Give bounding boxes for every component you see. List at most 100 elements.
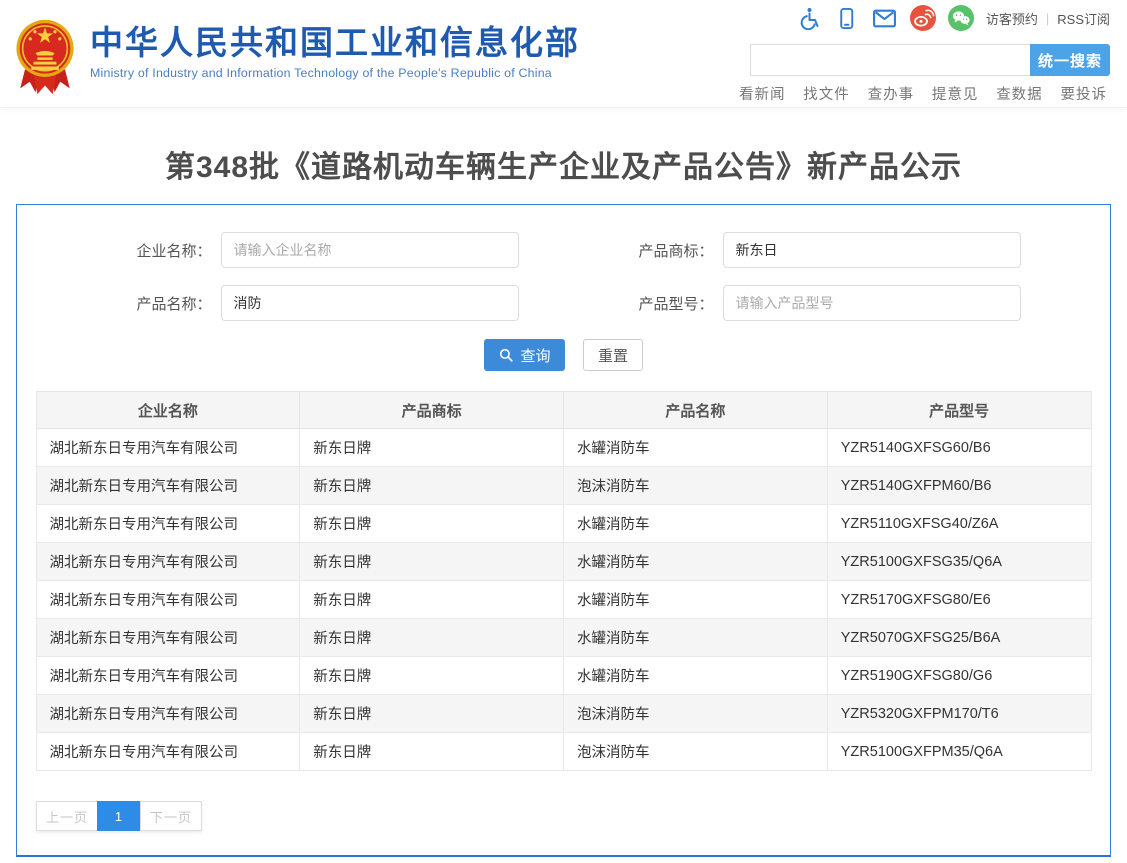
site-header: 中华人民共和国工业和信息化部 Ministry of Industry and … <box>0 0 1127 108</box>
field-product-brand: 产品商标： <box>609 232 1021 268</box>
cell-product: 水罐消防车 <box>564 657 828 695</box>
site-search-input[interactable] <box>750 44 1030 76</box>
company-name-input[interactable] <box>221 232 519 268</box>
cell-product: 水罐消防车 <box>564 505 828 543</box>
table-row: 湖北新东日专用汽车有限公司 新东日牌 泡沫消防车 YZR5320GXFPM170… <box>36 695 1091 733</box>
table-row: 湖北新东日专用汽车有限公司 新东日牌 水罐消防车 YZR5110GXFSG40/… <box>36 505 1091 543</box>
site-subtitle: Ministry of Industry and Information Tec… <box>90 66 580 80</box>
header-brand: 产品商标 <box>300 392 564 429</box>
table-row: 湖北新东日专用汽车有限公司 新东日牌 水罐消防车 YZR5070GXFSG25/… <box>36 619 1091 657</box>
nav-item-services[interactable]: 查办事 <box>868 83 915 104</box>
prev-page-button[interactable]: 上一页 <box>36 801 98 831</box>
cell-model: YZR5320GXFPM170/T6 <box>827 695 1091 733</box>
rss-subscribe-link[interactable]: RSS订阅 <box>1057 9 1110 28</box>
cell-company: 湖北新东日专用汽车有限公司 <box>36 733 300 771</box>
table-row: 湖北新东日专用汽车有限公司 新东日牌 水罐消防车 YZR5140GXFSG60/… <box>36 429 1091 467</box>
cell-product: 泡沫消防车 <box>564 733 828 771</box>
cell-model: YZR5070GXFSG25/B6A <box>827 619 1091 657</box>
mobile-icon[interactable] <box>834 5 860 31</box>
cell-model: YZR5100GXFPM35/Q6A <box>827 733 1091 771</box>
quick-links: 访客预约 | RSS订阅 <box>986 9 1110 28</box>
table-header-row: 企业名称 产品商标 产品名称 产品型号 <box>36 392 1091 429</box>
table-row: 湖北新东日专用汽车有限公司 新东日牌 水罐消防车 YZR5170GXFSG80/… <box>36 581 1091 619</box>
cell-product: 水罐消防车 <box>564 543 828 581</box>
cell-company: 湖北新东日专用汽车有限公司 <box>36 695 300 733</box>
product-model-input[interactable] <box>723 285 1021 321</box>
site-logo: 中华人民共和国工业和信息化部 Ministry of Industry and … <box>14 16 580 96</box>
visitor-appointment-link[interactable]: 访客预约 <box>986 9 1038 28</box>
cell-model: YZR5140GXFPM60/B6 <box>827 467 1091 505</box>
cell-model: YZR5190GXFSG80/G6 <box>827 657 1091 695</box>
table-row: 湖北新东日专用汽车有限公司 新东日牌 泡沫消防车 YZR5100GXFPM35/… <box>36 733 1091 771</box>
next-page-button[interactable]: 下一页 <box>140 801 202 831</box>
table-row: 湖北新东日专用汽车有限公司 新东日牌 水罐消防车 YZR5190GXFSG80/… <box>36 657 1091 695</box>
cell-brand: 新东日牌 <box>300 657 564 695</box>
cell-brand: 新东日牌 <box>300 429 564 467</box>
cell-brand: 新东日牌 <box>300 695 564 733</box>
header-model: 产品型号 <box>827 392 1091 429</box>
mail-icon[interactable] <box>872 5 898 31</box>
product-brand-input[interactable] <box>723 232 1021 268</box>
company-name-label: 企业名称： <box>107 240 212 261</box>
page-1-button[interactable]: 1 <box>97 801 141 831</box>
header-product: 产品名称 <box>564 392 828 429</box>
header-right: 访客预约 | RSS订阅 统一搜索 看新闻 找文件 查办事 提意见 查数据 要投… <box>715 0 1110 108</box>
field-product-model: 产品型号： <box>609 285 1021 321</box>
quick-links-separator: | <box>1046 11 1049 26</box>
cell-product: 水罐消防车 <box>564 429 828 467</box>
nav-item-documents[interactable]: 找文件 <box>803 83 850 104</box>
header-company: 企业名称 <box>36 392 300 429</box>
nav-item-complaints[interactable]: 要投诉 <box>1060 83 1107 104</box>
search-icon <box>498 347 514 363</box>
cell-company: 湖北新东日专用汽车有限公司 <box>36 543 300 581</box>
query-button[interactable]: 查询 <box>484 339 565 371</box>
cell-brand: 新东日牌 <box>300 467 564 505</box>
header-icon-row: 访客预约 | RSS订阅 <box>784 5 1110 31</box>
cell-brand: 新东日牌 <box>300 581 564 619</box>
form-buttons: 查询 重置 <box>17 339 1110 371</box>
product-brand-label: 产品商标： <box>609 240 714 261</box>
cell-company: 湖北新东日专用汽车有限公司 <box>36 581 300 619</box>
cell-brand: 新东日牌 <box>300 619 564 657</box>
field-company-name: 企业名称： <box>107 232 519 268</box>
cell-product: 水罐消防车 <box>564 581 828 619</box>
cell-brand: 新东日牌 <box>300 505 564 543</box>
table-row: 湖北新东日专用汽车有限公司 新东日牌 水罐消防车 YZR5100GXFSG35/… <box>36 543 1091 581</box>
cell-company: 湖北新东日专用汽车有限公司 <box>36 657 300 695</box>
header-nav: 看新闻 找文件 查办事 提意见 查数据 要投诉 <box>739 83 1107 104</box>
nav-item-data[interactable]: 查数据 <box>996 83 1043 104</box>
field-product-name: 产品名称： <box>107 285 519 321</box>
cell-model: YZR5140GXFSG60/B6 <box>827 429 1091 467</box>
site-search: 统一搜索 <box>750 44 1110 76</box>
wechat-icon[interactable] <box>948 5 974 31</box>
product-name-input[interactable] <box>221 285 519 321</box>
cell-model: YZR5100GXFSG35/Q6A <box>827 543 1091 581</box>
pagination: 上一页 1 下一页 <box>36 801 202 831</box>
query-form: 企业名称： 产品商标： 产品名称： 产品型号： <box>17 205 1110 321</box>
accessibility-icon[interactable] <box>796 5 822 31</box>
cell-company: 湖北新东日专用汽车有限公司 <box>36 619 300 657</box>
reset-button[interactable]: 重置 <box>583 339 643 371</box>
cell-product: 水罐消防车 <box>564 619 828 657</box>
product-name-label: 产品名称： <box>107 293 212 314</box>
cell-company: 湖北新东日专用汽车有限公司 <box>36 505 300 543</box>
cell-company: 湖北新东日专用汽车有限公司 <box>36 429 300 467</box>
cell-model: YZR5110GXFSG40/Z6A <box>827 505 1091 543</box>
nav-item-suggestions[interactable]: 提意见 <box>932 83 979 104</box>
cell-brand: 新东日牌 <box>300 733 564 771</box>
product-model-label: 产品型号： <box>609 293 714 314</box>
cell-product: 泡沫消防车 <box>564 467 828 505</box>
national-emblem-icon <box>14 16 76 96</box>
query-button-label: 查询 <box>520 345 550 366</box>
cell-product: 泡沫消防车 <box>564 695 828 733</box>
unified-search-button[interactable]: 统一搜索 <box>1030 44 1110 76</box>
weibo-icon[interactable] <box>910 5 936 31</box>
results-table: 企业名称 产品商标 产品名称 产品型号 湖北新东日专用汽车有限公司 新东日牌 水… <box>36 391 1092 771</box>
site-title: 中华人民共和国工业和信息化部 <box>90 24 580 62</box>
cell-brand: 新东日牌 <box>300 543 564 581</box>
table-row: 湖北新东日专用汽车有限公司 新东日牌 泡沫消防车 YZR5140GXFPM60/… <box>36 467 1091 505</box>
content-panel: 企业名称： 产品商标： 产品名称： 产品型号： 查询 重置 <box>16 204 1111 857</box>
site-identity: 中华人民共和国工业和信息化部 Ministry of Industry and … <box>90 16 580 80</box>
page-title: 第348批《道路机动车辆生产企业及产品公告》新产品公示 <box>0 142 1127 186</box>
nav-item-news[interactable]: 看新闻 <box>739 83 786 104</box>
